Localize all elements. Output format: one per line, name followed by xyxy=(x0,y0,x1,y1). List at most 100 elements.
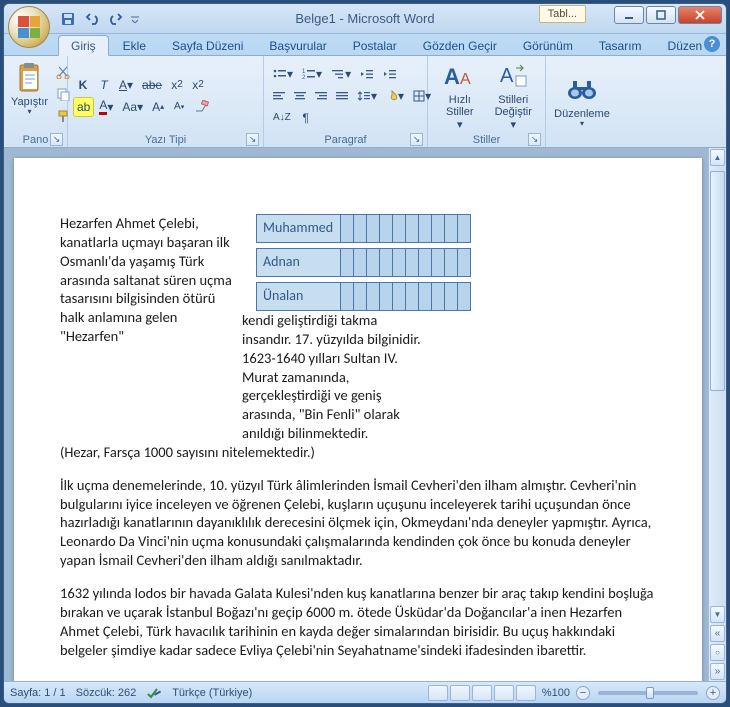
status-page[interactable]: Sayfa: 1 / 1 xyxy=(10,687,66,699)
scroll-track[interactable] xyxy=(709,167,726,605)
body-text: 1632 yılında lodos bir havada Galata Kul… xyxy=(60,584,656,659)
align-left-button[interactable] xyxy=(269,86,289,106)
dialog-launcher-icon[interactable]: ↘ xyxy=(528,133,541,146)
tab-insert[interactable]: Ekle xyxy=(111,36,158,55)
bullets-button[interactable]: ▾ xyxy=(269,64,297,84)
tab-view[interactable]: Görünüm xyxy=(511,36,585,55)
align-justify-button[interactable] xyxy=(332,86,352,106)
next-page-icon[interactable]: » xyxy=(710,663,725,680)
sort-button[interactable]: A↓Z xyxy=(269,108,295,128)
change-styles-label: Stilleri Değiştir xyxy=(493,94,535,118)
dialog-launcher-icon[interactable]: ↘ xyxy=(50,133,63,146)
indent-inc-button[interactable] xyxy=(379,64,401,84)
scroll-up-icon[interactable]: ▲ xyxy=(710,149,725,166)
strike-button[interactable]: abe xyxy=(138,75,166,95)
qat-customize-icon[interactable] xyxy=(130,9,140,29)
svg-text:2: 2 xyxy=(302,75,306,80)
tab-references[interactable]: Başvurular xyxy=(257,36,338,55)
tab-page-layout[interactable]: Sayfa Düzeni xyxy=(160,36,255,55)
styles-aa-icon: AA xyxy=(444,60,476,92)
group-clipboard: Yapıştır ▾ Pano ↘ xyxy=(4,56,68,147)
clipboard-icon xyxy=(14,62,46,94)
table-cell-name[interactable]: Muhammed xyxy=(257,215,341,243)
quick-styles-button[interactable]: AA Hızlı Stiller▾ xyxy=(435,58,485,132)
status-language[interactable]: Türkçe (Türkiye) xyxy=(172,687,252,699)
body-text: kendi geliştirdiği takma insandır. 17. y… xyxy=(242,311,428,443)
view-full-screen-icon[interactable] xyxy=(450,685,470,701)
scroll-down-icon[interactable]: ▼ xyxy=(710,606,725,623)
binoculars-icon xyxy=(566,74,598,106)
italic-button[interactable]: T xyxy=(94,75,114,95)
change-styles-icon: A xyxy=(497,60,529,92)
office-button[interactable] xyxy=(8,6,50,48)
subscript-button[interactable]: x2 xyxy=(167,75,187,95)
clear-format-button[interactable] xyxy=(190,97,214,117)
browse-obj-icon[interactable]: ○ xyxy=(710,644,725,661)
change-styles-button[interactable]: A Stilleri Değiştir▾ xyxy=(489,58,539,132)
highlight-button[interactable]: ab xyxy=(73,97,94,117)
vertical-scrollbar[interactable]: ▲ ▼ « ○ » xyxy=(708,148,726,681)
body-text: Hezarfen Ahmet Çelebi, kanatlarla uçmayı… xyxy=(60,214,242,346)
bold-button[interactable]: K xyxy=(73,75,93,95)
body-text: İlk uçma denemelerinde, 10. yüzyıl Türk … xyxy=(60,476,656,570)
chevron-down-icon: ▾ xyxy=(580,120,584,129)
group-label-paragraph: Paragraf xyxy=(324,134,366,146)
dialog-launcher-icon[interactable]: ↘ xyxy=(410,133,423,146)
change-case-button[interactable]: Aa▾ xyxy=(118,97,147,117)
zoom-thumb[interactable] xyxy=(646,687,654,699)
tab-design[interactable]: Tasarım xyxy=(587,36,654,55)
zoom-out-button[interactable]: − xyxy=(576,686,590,700)
shading-button[interactable]: ▾ xyxy=(382,86,408,106)
superscript-button[interactable]: x2 xyxy=(188,75,208,95)
minimize-button[interactable] xyxy=(614,6,644,24)
prev-page-icon[interactable]: « xyxy=(710,625,725,642)
svg-text:A: A xyxy=(460,71,471,88)
grow-font-button[interactable]: A▴ xyxy=(148,97,168,117)
document-page[interactable]: Hezarfen Ahmet Çelebi, kanatlarla uçmayı… xyxy=(14,158,702,681)
save-icon[interactable] xyxy=(58,9,78,29)
align-right-button[interactable] xyxy=(311,86,331,106)
tab-home[interactable]: Giriş xyxy=(58,35,109,56)
view-draft-icon[interactable] xyxy=(516,685,536,701)
zoom-slider[interactable] xyxy=(598,691,698,695)
view-print-layout-icon[interactable] xyxy=(428,685,448,701)
group-styles: AA Hızlı Stiller▾ A Stilleri Değiştir▾ S… xyxy=(428,56,546,147)
help-icon[interactable]: ? xyxy=(704,36,720,52)
editing-button[interactable]: Düzenleme ▾ xyxy=(550,72,614,131)
scroll-thumb[interactable] xyxy=(710,171,725,391)
font-color-button[interactable]: A▾ xyxy=(95,97,117,117)
embedded-table[interactable]: Muhammed Adnan Ünalan xyxy=(256,214,471,311)
shrink-font-button[interactable]: A▾ xyxy=(169,97,189,117)
contextual-tab-label[interactable]: Tabl... xyxy=(539,5,586,23)
line-spacing-button[interactable]: ▾ xyxy=(353,86,381,106)
view-web-icon[interactable] xyxy=(472,685,492,701)
document-scroll[interactable]: Hezarfen Ahmet Çelebi, kanatlarla uçmayı… xyxy=(4,148,708,681)
group-font: K T A▾ abe x2 x2 ab A▾ Aa▾ A▴ A▾ xyxy=(68,56,264,147)
show-marks-button[interactable]: ¶ xyxy=(296,108,316,128)
chevron-down-icon: ▾ xyxy=(28,108,32,117)
table-cell-name[interactable]: Ünalan xyxy=(257,283,341,311)
zoom-in-button[interactable]: + xyxy=(706,686,720,700)
numbering-button[interactable]: 12▾ xyxy=(298,64,326,84)
close-button[interactable] xyxy=(678,6,722,24)
tab-mailings[interactable]: Postalar xyxy=(341,36,409,55)
undo-icon[interactable] xyxy=(82,9,102,29)
maximize-button[interactable] xyxy=(646,6,676,24)
tab-review[interactable]: Gözden Geçir xyxy=(411,36,509,55)
view-outline-icon[interactable] xyxy=(494,685,514,701)
zoom-level[interactable]: %100 xyxy=(542,687,570,699)
dialog-launcher-icon[interactable]: ↘ xyxy=(246,133,259,146)
indent-dec-button[interactable] xyxy=(356,64,378,84)
svg-text:A: A xyxy=(500,65,514,87)
redo-icon[interactable] xyxy=(106,9,126,29)
document-area: Hezarfen Ahmet Çelebi, kanatlarla uçmayı… xyxy=(4,148,726,681)
status-bar: Sayfa: 1 / 1 Sözcük: 262 Türkçe (Türkiye… xyxy=(4,681,726,703)
multilevel-button[interactable]: ▾ xyxy=(327,64,355,84)
underline-button[interactable]: A▾ xyxy=(115,75,137,95)
paste-button[interactable]: Yapıştır ▾ xyxy=(7,60,52,119)
table-cell-name[interactable]: Adnan xyxy=(257,249,341,277)
status-words[interactable]: Sözcük: 262 xyxy=(76,687,137,699)
align-center-button[interactable] xyxy=(290,86,310,106)
body-text: (Hezar, Farsça 1000 sayısını nitelemekte… xyxy=(60,443,656,462)
proofing-icon[interactable] xyxy=(146,686,162,700)
